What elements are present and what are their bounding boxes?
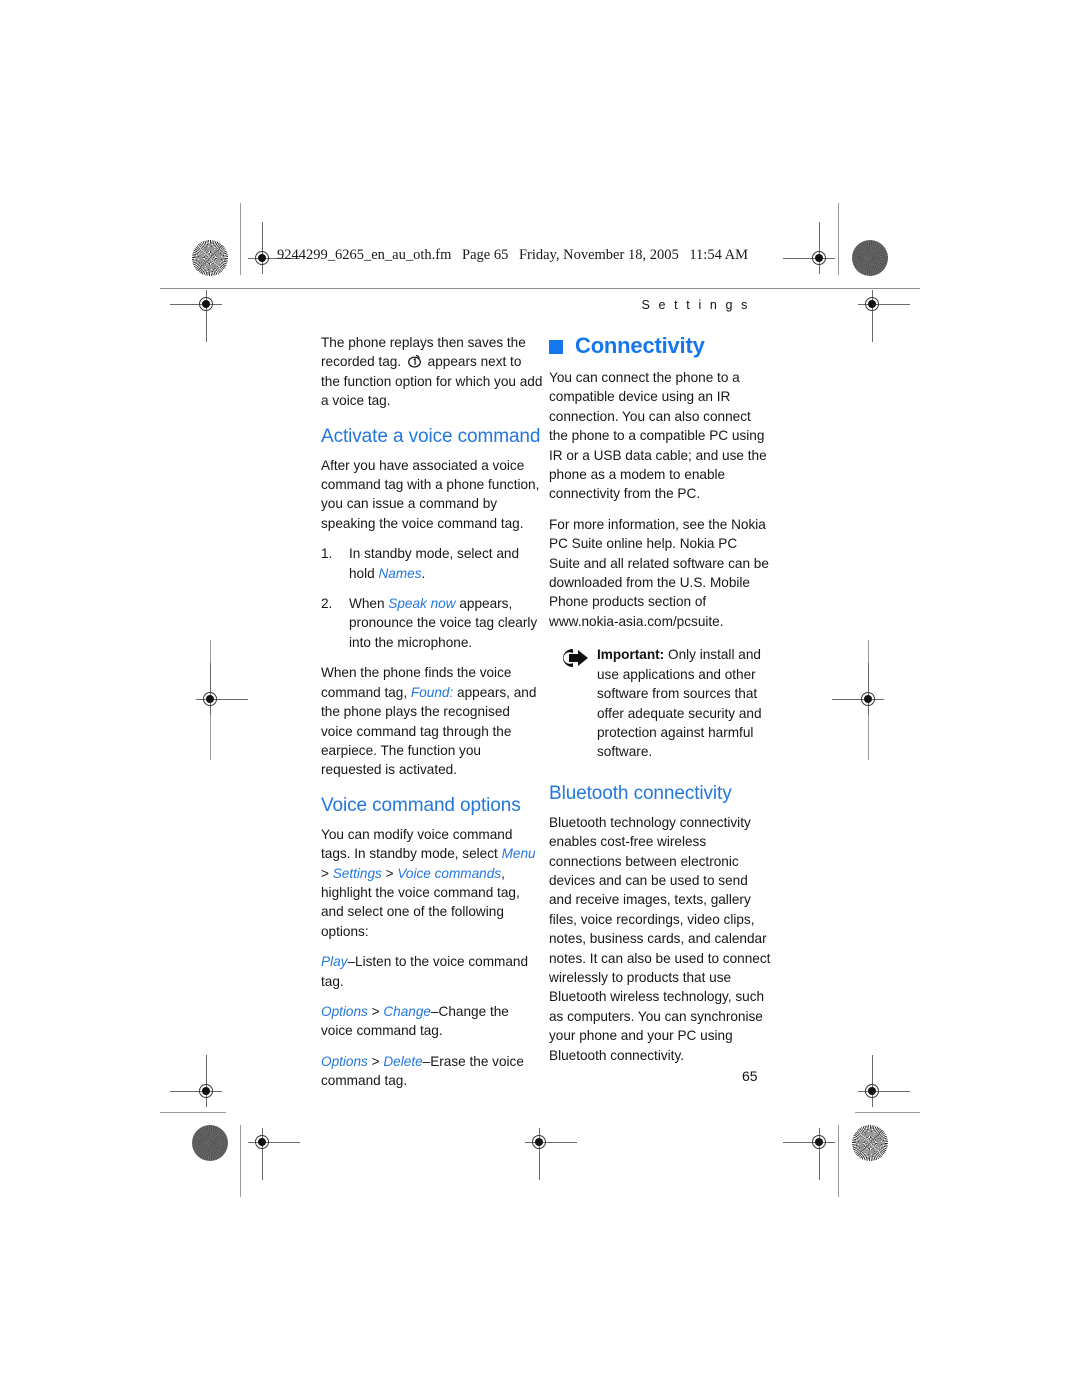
radial-target-top-left [192, 240, 228, 276]
ui-term-settings: Settings [332, 865, 382, 881]
trim-rule-bottom-left-h [160, 1112, 226, 1113]
option-item-play: Play–Listen to the voice command tag. [321, 952, 543, 991]
page-number: 65 [742, 1068, 758, 1084]
found-paragraph: When the phone finds the voice command t… [321, 663, 543, 779]
section-heading-label: Connectivity [575, 333, 705, 358]
registration-mark-bottom-right-a [858, 1055, 910, 1107]
registration-mark-bottom-center [525, 1128, 577, 1180]
ui-term-voice-commands: Voice commands [397, 865, 502, 881]
options-sep-1: > [321, 865, 333, 881]
ui-term-delete: Delete [383, 1053, 423, 1069]
voice-tag-icon [407, 354, 422, 369]
registration-mark-bottom-left-a [170, 1055, 222, 1107]
ui-term-menu: Menu [501, 846, 536, 862]
options-intro-paragraph: You can modify voice command tags. In st… [321, 825, 543, 941]
right-column: Connectivity You can connect the phone t… [549, 333, 771, 1076]
file-slug-line: 9244299_6265_en_au_oth.fm Page 65 Friday… [277, 247, 755, 264]
ui-term-options: Options [321, 1053, 368, 1069]
trim-rule-bottom-left-v [240, 1125, 241, 1197]
activate-steps-list: 1. In standby mode, select and hold Name… [321, 544, 543, 652]
slug-filename: 9244299_6265_en_au_oth.fm [277, 247, 452, 263]
option-sep: > [367, 1003, 384, 1019]
header-rule [160, 288, 920, 289]
step-text-before: In standby mode, select and hold [349, 546, 520, 581]
important-body: Only install and use applications and ot… [597, 647, 762, 760]
ui-term-options: Options [321, 1003, 368, 1019]
registration-mark-top-right-b [858, 290, 910, 342]
trim-rule-top-left-v [240, 203, 241, 275]
slug-date: Friday, November 18, 2005 [518, 247, 679, 263]
option-item-change: Options > Change–Change the voice comman… [321, 1002, 543, 1041]
blue-square-bullet-icon [549, 340, 563, 354]
slug-time: 11:54 AM [689, 247, 749, 263]
options-intro-part1: You can modify voice command tags. In st… [321, 826, 513, 862]
step-text-after: . [421, 565, 426, 581]
registration-mark-bottom-left-b [248, 1128, 300, 1180]
important-note-text: Important: Only install and use applicat… [597, 645, 771, 761]
trim-rule-bottom-right-v [838, 1125, 839, 1197]
connectivity-paragraph-2: For more information, see the Nokia PC S… [549, 516, 769, 629]
step-number: 1. [321, 546, 333, 562]
list-item: 2. When Speak now appears, pronounce the… [321, 594, 543, 652]
heading-activate-voice-command: Activate a voice command [321, 425, 541, 447]
registration-mark-mid-right [832, 663, 884, 715]
ui-term-play: Play [321, 954, 348, 970]
registration-mark-mid-left [196, 663, 248, 715]
ui-term-names: Names [378, 565, 422, 581]
ui-term-found: Found: [410, 684, 454, 700]
registration-mark-top-left-b [170, 290, 222, 342]
important-note: Important: Only install and use applicat… [549, 645, 771, 761]
density-target-top-right [852, 240, 888, 276]
bluetooth-paragraph: Bluetooth technology connectivity enable… [549, 814, 771, 1063]
step-text-before: When [349, 596, 389, 612]
ui-term-change: Change [383, 1003, 431, 1019]
important-label: Important: [597, 647, 665, 663]
registration-mark-top-left-a [248, 222, 300, 274]
registration-mark-bottom-right-b [783, 1128, 835, 1180]
intro-paragraph: The phone replays then saves the recorde… [321, 333, 543, 411]
running-head: S e t t i n g s [641, 298, 750, 312]
registration-mark-top-right-a [783, 222, 835, 274]
options-sep-2: > [381, 865, 398, 881]
heading-bluetooth-connectivity: Bluetooth connectivity [549, 782, 732, 804]
slug-page-label: Page 65 [462, 247, 509, 263]
heading-voice-command-options: Voice command options [321, 794, 521, 816]
trim-rule-bottom-right-h [855, 1112, 920, 1113]
radial-target-bottom-right [852, 1125, 888, 1161]
important-arrow-icon [551, 646, 591, 670]
trim-rule-top-right-v [838, 203, 839, 275]
density-target-bottom-left [192, 1125, 228, 1161]
option-desc: –Listen to the voice command tag. [321, 954, 529, 989]
option-item-delete: Options > Delete–Erase the voice command… [321, 1052, 543, 1091]
section-heading-connectivity: Connectivity [549, 333, 771, 359]
option-sep: > [367, 1053, 384, 1069]
left-column: The phone replays then saves the recorde… [321, 333, 543, 1102]
connectivity-paragraph-1: You can connect the phone to a compatibl… [549, 370, 767, 502]
step-number: 2. [321, 596, 333, 612]
activate-paragraph: After you have associated a voice comman… [321, 457, 540, 531]
ui-term-speak-now: Speak now [388, 596, 456, 612]
list-item: 1. In standby mode, select and hold Name… [321, 544, 543, 583]
